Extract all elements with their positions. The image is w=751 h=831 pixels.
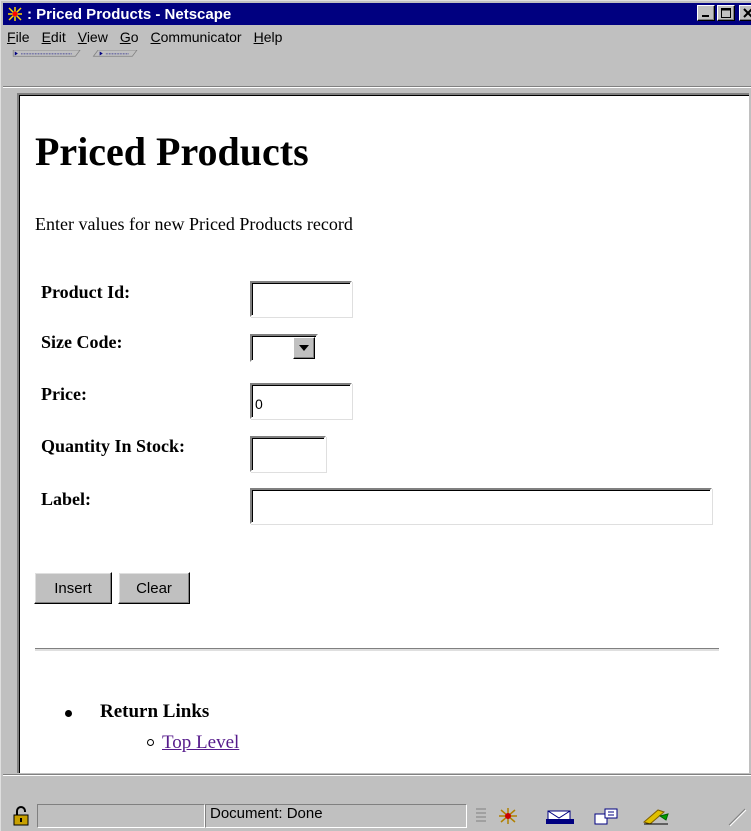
chevron-down-icon	[299, 345, 309, 351]
menu-file[interactable]: File	[3, 29, 36, 45]
top-level-link[interactable]: Top Level	[162, 732, 239, 754]
bullet-disc-icon	[65, 710, 72, 717]
size-code-select[interactable]	[250, 334, 318, 362]
security-lock-icon[interactable]	[9, 805, 35, 827]
discussion-icon[interactable]	[591, 805, 621, 827]
maximize-button[interactable]	[717, 5, 735, 21]
toolbar-divider	[3, 86, 751, 88]
return-links-heading: Return Links	[100, 701, 210, 722]
netscape-app-icon[interactable]	[5, 5, 25, 23]
browser-window: : Priced Products - Netscape File Edit V…	[0, 0, 751, 831]
menu-help[interactable]: Help	[248, 29, 289, 45]
grip-icon	[473, 805, 489, 827]
progress-cell	[37, 804, 205, 828]
status-bar: Document: Done	[3, 774, 751, 831]
price-input[interactable]	[250, 383, 352, 419]
status-text: Document: Done	[210, 805, 323, 822]
quantity-in-stock-input[interactable]	[250, 436, 326, 472]
clear-button[interactable]: Clear	[118, 572, 190, 604]
page-title: Priced Products	[35, 129, 309, 174]
insert-button[interactable]: Insert	[34, 572, 112, 604]
page-content[interactable]: Priced Products Enter values for new Pri…	[17, 93, 751, 773]
product-id-input[interactable]	[250, 281, 352, 317]
page-viewport: Priced Products Enter values for new Pri…	[19, 95, 751, 773]
quantity-in-stock-label: Quantity In Stock:	[41, 436, 186, 456]
size-code-label: Size Code:	[41, 332, 123, 352]
minimize-icon	[702, 15, 709, 17]
location-toolbar-tab[interactable]	[87, 50, 145, 57]
status-divider	[3, 774, 751, 776]
navigator-icon[interactable]	[495, 805, 523, 827]
window-title: : Priced Products - Netscape	[27, 5, 232, 23]
minimize-button[interactable]	[697, 5, 715, 21]
composer-icon[interactable]	[639, 805, 673, 827]
product-id-label: Product Id:	[41, 282, 131, 302]
toolbar-strip	[3, 48, 751, 90]
menu-go[interactable]: Go	[114, 29, 145, 45]
navigation-toolbar-tab[interactable]	[3, 50, 95, 57]
label-label: Label:	[41, 489, 92, 509]
close-icon	[743, 8, 751, 18]
bullet-circle-icon	[147, 739, 154, 746]
resize-grip-icon[interactable]	[721, 805, 749, 827]
horizontal-rule	[35, 648, 719, 651]
menu-edit[interactable]: Edit	[36, 29, 72, 45]
dropdown-arrow-button[interactable]	[293, 337, 315, 359]
intro-text: Enter values for new Priced Products rec…	[35, 214, 353, 234]
close-button[interactable]	[739, 5, 751, 21]
menu-view[interactable]: View	[72, 29, 114, 45]
price-label: Price:	[41, 384, 87, 404]
maximize-icon	[721, 8, 731, 18]
menu-bar: File Edit View Go Communicator Help	[3, 26, 751, 48]
window-controls	[697, 5, 751, 21]
label-input[interactable]	[250, 488, 712, 524]
title-bar[interactable]: : Priced Products - Netscape	[3, 3, 751, 25]
mail-icon[interactable]	[543, 805, 577, 827]
menu-communicator[interactable]: Communicator	[145, 29, 248, 45]
